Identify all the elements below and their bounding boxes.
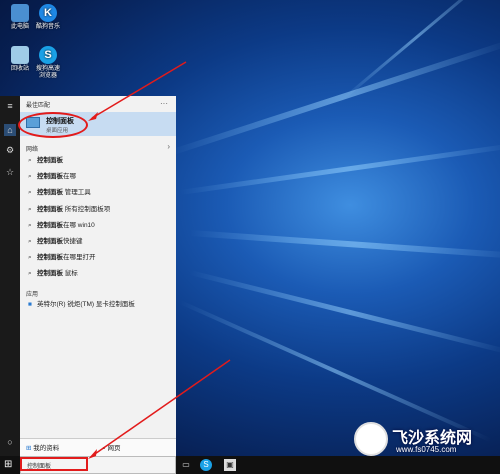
watermark-logo-icon (354, 422, 388, 456)
watermark-url: www.fs0745.com (396, 445, 457, 454)
site-watermark: 飞沙系统网 www.fs0745.com (354, 420, 494, 460)
annotation-arrows (88, 61, 231, 459)
